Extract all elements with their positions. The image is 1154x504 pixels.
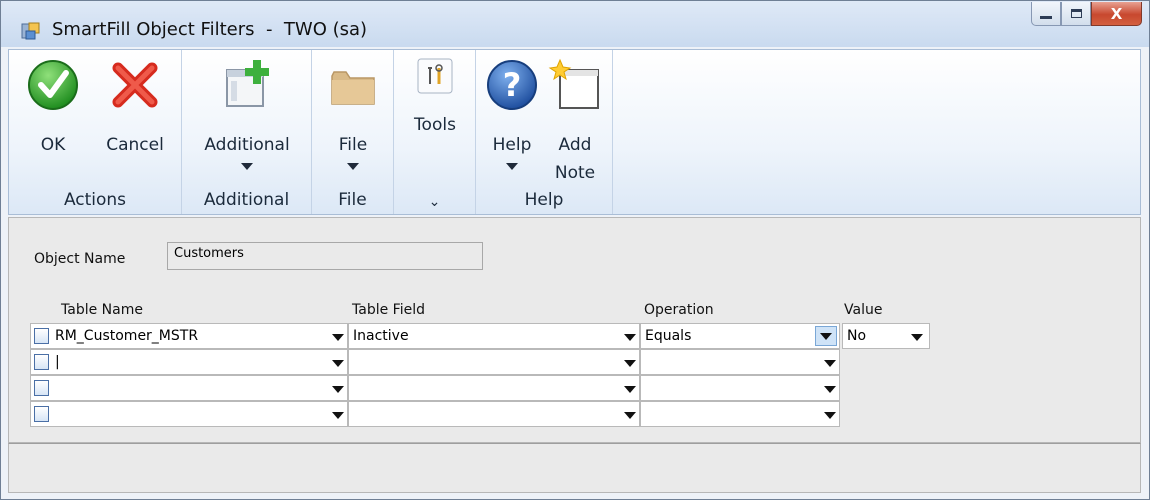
chevron-down-icon[interactable]: [332, 360, 344, 367]
value-dropdown[interactable]: No: [842, 323, 930, 349]
chevron-down-icon: [506, 163, 518, 170]
chevron-down-icon[interactable]: [624, 386, 636, 393]
tools-icon: [417, 58, 453, 94]
column-header-value: Value: [844, 302, 883, 318]
add-note-label-line2: Note: [554, 163, 596, 183]
operation-dropdown-button[interactable]: [815, 326, 837, 346]
cancel-x-icon: [112, 62, 158, 108]
smartfill-app-icon: [21, 22, 40, 40]
ribbon: OK Cancel Actions Additional Additional …: [8, 49, 1141, 215]
chevron-down-icon[interactable]: [824, 386, 836, 393]
chevron-down-icon[interactable]: [332, 412, 344, 419]
ribbon-group-label-actions: Actions: [63, 190, 127, 210]
cancel-button[interactable]: Cancel: [97, 58, 173, 159]
table-name-dropdown[interactable]: [30, 401, 348, 427]
chevron-down-icon[interactable]: [332, 334, 344, 341]
object-name-label: Object Name: [34, 251, 126, 267]
chevron-down-icon: [820, 333, 832, 340]
operation-dropdown[interactable]: [640, 349, 840, 375]
help-label: Help: [492, 135, 532, 155]
window-title: SmartFill Object Filters - TWO (sa): [52, 19, 368, 40]
row-expand-icon[interactable]: [34, 328, 49, 344]
operation-dropdown[interactable]: [640, 401, 840, 427]
close-icon: X: [1110, 4, 1123, 23]
chevron-down-icon: [347, 163, 359, 170]
table-name-value: RM_Customer_MSTR: [55, 328, 199, 344]
table-field-dropdown[interactable]: Inactive: [348, 323, 640, 349]
operation-dropdown[interactable]: [640, 375, 840, 401]
add-window-icon: [226, 60, 269, 107]
minimize-button[interactable]: [1031, 2, 1061, 26]
operation-dropdown[interactable]: Equals: [640, 323, 840, 349]
cancel-label: Cancel: [106, 135, 164, 155]
help-button[interactable]: ? Help: [482, 58, 542, 170]
checkmark-icon: [28, 60, 78, 110]
table-name-dropdown[interactable]: RM_Customer_MSTR: [30, 323, 348, 349]
column-header-operation: Operation: [644, 302, 714, 318]
value-value: No: [847, 328, 867, 344]
ribbon-group-tools: Tools ⌄: [394, 50, 476, 214]
additional-label: Additional: [204, 135, 290, 155]
chevron-down-icon[interactable]: [824, 360, 836, 367]
status-area: [8, 443, 1141, 493]
ribbon-group-file: File File: [312, 50, 394, 214]
ribbon-group-actions: OK Cancel Actions: [9, 50, 182, 214]
table-field-value: Inactive: [353, 328, 409, 344]
ok-label: OK: [40, 135, 66, 155]
form-area: Object Name Customers Table Name Table F…: [8, 217, 1141, 443]
row-expand-icon[interactable]: [34, 354, 49, 370]
note-icon: [548, 58, 599, 109]
chevron-down-icon[interactable]: [911, 334, 923, 341]
chevron-down-icon[interactable]: [824, 412, 836, 419]
ribbon-group-label-additional: Additional: [203, 190, 290, 210]
file-button[interactable]: File: [320, 58, 386, 170]
table-name-dropdown[interactable]: |: [30, 349, 348, 375]
ok-button[interactable]: OK: [23, 58, 83, 159]
additional-button[interactable]: Additional: [192, 58, 302, 170]
file-label: File: [338, 135, 368, 155]
ribbon-group-help: ? Help Add Note Help: [476, 50, 613, 214]
ribbon-group-label-help: Help: [524, 190, 564, 210]
minimize-icon: [1040, 16, 1052, 19]
table-name-dropdown[interactable]: [30, 375, 348, 401]
column-header-table-field: Table Field: [352, 302, 425, 318]
ribbon-group-additional: Additional Additional: [182, 50, 312, 214]
maximize-button[interactable]: [1061, 2, 1091, 26]
column-header-table-name: Table Name: [61, 302, 143, 318]
table-field-dropdown[interactable]: [348, 375, 640, 401]
chevron-down-icon[interactable]: [332, 386, 344, 393]
chevron-down-icon[interactable]: [624, 412, 636, 419]
object-name-field: Customers: [167, 242, 483, 270]
row-expand-icon[interactable]: [34, 380, 49, 396]
close-button[interactable]: X: [1091, 2, 1142, 26]
chevron-down-icon[interactable]: [624, 334, 636, 341]
question-mark-icon: ?: [487, 60, 537, 110]
chevron-down-icon[interactable]: [624, 360, 636, 367]
tools-button[interactable]: Tools: [402, 58, 468, 139]
row-expand-icon[interactable]: [34, 406, 49, 422]
maximize-icon: [1070, 9, 1082, 18]
ribbon-group-expand-tools[interactable]: ⌄: [394, 194, 475, 210]
svg-text:?: ?: [503, 66, 522, 104]
folder-icon: [331, 71, 375, 105]
smartfill-window: SmartFill Object Filters - TWO (sa) X OK: [0, 0, 1150, 500]
table-field-dropdown[interactable]: [348, 349, 640, 375]
add-note-label-line1: Add: [558, 135, 592, 155]
operation-value: Equals: [645, 328, 692, 344]
table-name-value: |: [55, 354, 60, 370]
table-field-dropdown[interactable]: [348, 401, 640, 427]
ribbon-group-label-file: File: [338, 190, 367, 210]
chevron-down-icon: [241, 163, 253, 170]
add-note-button[interactable]: Add Note: [544, 58, 606, 187]
title-bar: SmartFill Object Filters - TWO (sa) X: [1, 1, 1149, 47]
tools-label: Tools: [414, 115, 456, 135]
